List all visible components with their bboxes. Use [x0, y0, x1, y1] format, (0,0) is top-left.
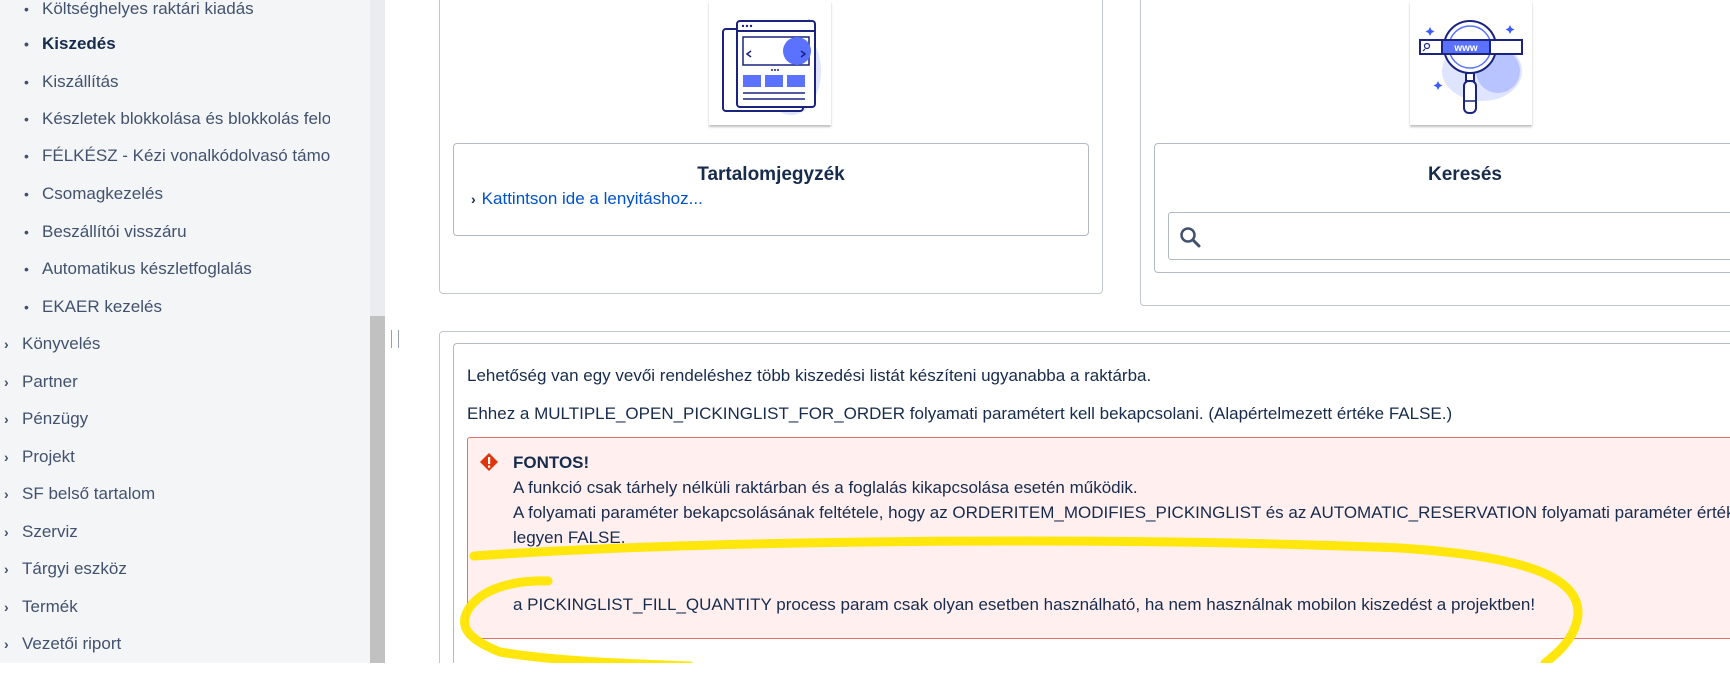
paragraph-process-param: Ehhez a MULTIPLE_OPEN_PICKINGLIST_FOR_OR…: [467, 404, 1453, 423]
sidebar-navigation: • Költséghelyes raktári kiadás • Kiszedés …: [0, 0, 370, 663]
sidebar-item-ekaer-kezeles[interactable]: • EKAER kezelés: [24, 292, 330, 322]
sidebar-item-label: Tárgyi eszköz: [22, 559, 127, 578]
sidebar-item-label: Beszállítói visszáru: [42, 222, 187, 241]
search-title: Keresés: [1428, 164, 1502, 185]
sidebar-item-keszletek-blokkolasa[interactable]: • Készletek blokkolása és blokkolás felo: [24, 104, 330, 134]
alert-line-1: A funkció csak tárhely nélküli raktárban…: [513, 478, 1138, 497]
sidebar-item-automatikus-keszletfoglalas[interactable]: • Automatikus készletfoglalás: [24, 254, 330, 284]
sidebar-item-sf-belso-tartalom[interactable]: › SF belső tartalom: [4, 479, 344, 509]
content-box: Lehetőség van egy vevői rendeléshez több…: [453, 343, 1730, 685]
alert-content: FONTOS! A funkció csak tárhely nélküli r…: [513, 450, 1730, 617]
chevron-right-icon: ›: [471, 191, 476, 207]
alert-title: FONTOS!: [513, 453, 590, 472]
sidebar-item-beszallitoi-visszaru[interactable]: • Beszállítói visszáru: [24, 217, 330, 247]
chevron-right-icon: ›: [4, 449, 9, 465]
sidebar-item-konyveles[interactable]: › Könyvelés: [4, 329, 344, 359]
warning-icon: [480, 453, 498, 471]
alert-spacer: [513, 550, 1730, 592]
sidebar-item-label: Költséghelyes raktári kiadás: [42, 0, 254, 18]
search-icon: [1180, 227, 1201, 248]
alert-line-4: a PICKINGLIST_FILL_QUANTITY process para…: [513, 595, 1536, 614]
chevron-right-icon: ›: [4, 411, 9, 427]
sidebar-scrollbar-thumb[interactable]: [370, 316, 385, 663]
sidebar-item-partner[interactable]: › Partner: [4, 367, 344, 397]
sidebar-item-penzugy[interactable]: › Pénzügy: [4, 404, 344, 434]
sidebar-item-szerviz[interactable]: › Szerviz: [4, 517, 344, 547]
sidebar-item-label: SF belső tartalom: [22, 484, 156, 503]
www-text: www: [1453, 43, 1478, 54]
sidebar-item-termek[interactable]: › Termék: [4, 592, 344, 622]
website-layout-illustration-icon: [709, 1, 831, 125]
sidebar-item-kiszallitas[interactable]: • Kiszállítás: [24, 67, 330, 97]
sidebar-item-label: FÉLKÉSZ - Kézi vonalkódolvasó támog: [42, 146, 330, 165]
bullet-icon: •: [24, 261, 29, 277]
sidebar-item-targyi-eszkoz[interactable]: › Tárgyi eszköz: [4, 554, 344, 584]
bullet-icon: •: [24, 74, 29, 90]
toc-expand-link[interactable]: › Kattintson ide a lenyitáshoz...: [471, 189, 703, 209]
sidebar-item-koltseghelyes[interactable]: • Költséghelyes raktári kiadás: [24, 0, 330, 24]
paragraph-multiple-pickinglist: Lehetőség van egy vevői rendeléshez több…: [467, 366, 1152, 385]
sidebar-item-label: Partner: [22, 372, 78, 391]
important-alert: FONTOS! A funkció csak tárhely nélküli r…: [467, 437, 1730, 639]
sidebar-item-felkesz[interactable]: • FÉLKÉSZ - Kézi vonalkódolvasó támog: [24, 141, 330, 171]
sidebar-resize-handle[interactable]: [391, 330, 399, 348]
sidebar-item-projekt[interactable]: › Projekt: [4, 442, 344, 472]
bullet-icon: •: [24, 148, 29, 164]
sidebar-item-label: Pénzügy: [22, 409, 89, 428]
bullet-icon: •: [24, 111, 29, 127]
alert-line-2: A folyamati paraméter bekapcsolásának fe…: [513, 503, 1730, 522]
bullet-icon: •: [24, 36, 29, 52]
bullet-icon: •: [24, 299, 29, 315]
chevron-right-icon: ›: [4, 561, 9, 577]
sidebar-item-label: Projekt: [22, 447, 75, 466]
content-panel: Lehetőség van egy vevői rendeléshez több…: [439, 331, 1730, 685]
sidebar-item-label: Kiszedés: [42, 34, 116, 53]
toc-title: Tartalomjegyzék: [697, 164, 845, 185]
sidebar-item-label: Vezetői riport: [22, 634, 122, 653]
sidebar-item-label: Készletek blokkolása és blokkolás felo: [42, 109, 330, 128]
toc-box: Tartalomjegyzék › Kattintson ide a lenyit…: [453, 143, 1089, 236]
chevron-right-icon: ›: [4, 486, 9, 502]
search-input[interactable]: [1168, 212, 1730, 260]
chevron-right-icon: ›: [4, 524, 9, 540]
search-box: Keresés: [1154, 143, 1730, 273]
bullet-icon: •: [24, 224, 29, 240]
toc-panel: Tartalomjegyzék › Kattintson ide a lenyit…: [439, 0, 1103, 294]
bottom-strip: [0, 663, 1730, 689]
sidebar-item-label: Termék: [22, 597, 78, 616]
sidebar-item-vezetoi-riport[interactable]: › Vezetői riport: [4, 629, 344, 659]
chevron-right-icon: ›: [4, 636, 9, 652]
search-panel: www Keresés: [1140, 0, 1730, 306]
toc-expand-label: Kattintson ide a lenyitáshoz...: [481, 189, 703, 208]
sidebar-item-label: Automatikus készletfoglalás: [42, 259, 252, 278]
magnifier-www-illustration-icon: www: [1410, 1, 1532, 125]
alert-line-3: legyen FALSE.: [513, 528, 626, 547]
sidebar-item-label: Csomagkezelés: [42, 184, 163, 203]
sidebar-item-label: Szerviz: [22, 522, 78, 541]
sidebar-item-csomagkezeles[interactable]: • Csomagkezelés: [24, 179, 330, 209]
sidebar-item-label: EKAER kezelés: [42, 297, 162, 316]
chevron-right-icon: ›: [4, 336, 9, 352]
sidebar-item-kiszedes[interactable]: • Kiszedés: [24, 29, 330, 59]
sidebar-item-label: Könyvelés: [22, 334, 101, 353]
chevron-right-icon: ›: [4, 374, 9, 390]
chevron-right-icon: ›: [4, 599, 9, 615]
bullet-icon: •: [24, 186, 29, 202]
bullet-icon: •: [24, 1, 29, 17]
sidebar-item-label: Kiszállítás: [42, 72, 119, 91]
